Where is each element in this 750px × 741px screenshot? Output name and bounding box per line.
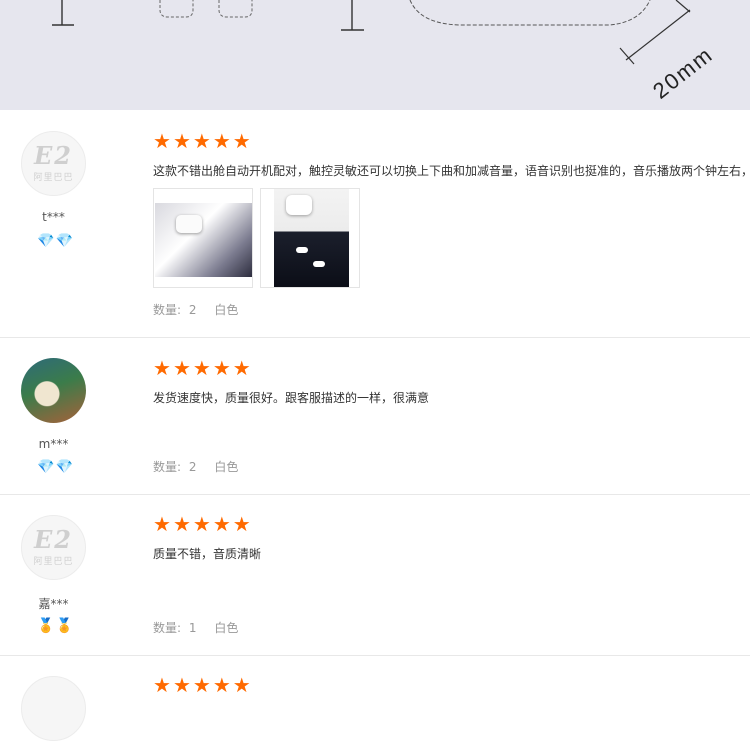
buyer-level-badges: 🏅 🏅	[37, 618, 73, 634]
quantity-label: 数量:	[153, 460, 182, 474]
color-value: 白色	[214, 621, 239, 635]
review-image-thumbnail[interactable]	[260, 188, 360, 288]
star-icon: ★	[153, 673, 171, 697]
star-icon: ★	[153, 356, 171, 380]
quantity-value: 2	[188, 460, 197, 474]
quantity-value: 1	[188, 621, 197, 635]
star-icon: ★	[192, 129, 211, 153]
rating-stars: ★ ★ ★ ★ ★	[153, 131, 251, 151]
review-item: E2 阿里巴巴 t*** 💎 💎 ★ ★ ★ ★ ★ 这款不错出舱自动开机配对，…	[0, 110, 750, 338]
quantity-value: 2	[188, 303, 197, 317]
earbuds-dark-photo	[296, 247, 308, 253]
avatar[interactable]: E2 阿里巴巴	[21, 131, 86, 196]
buyer-level-badges: 💎 💎	[37, 459, 73, 475]
diamond-icon: 💎	[37, 233, 55, 249]
earbuds-dark-photo	[286, 195, 312, 215]
earbud-case-photo	[176, 215, 202, 233]
crown-icon: 🏅	[55, 618, 73, 634]
alibaba-logo-icon: 阿里巴巴	[33, 556, 74, 567]
rating-stars: ★ ★ ★ ★ ★	[153, 358, 251, 378]
star-icon: ★	[192, 356, 211, 380]
star-icon: ★	[153, 129, 171, 153]
crown-icon: 🏅	[37, 618, 55, 634]
review-text: 这款不错出舱自动开机配对，触控灵敏还可以切换上下曲和加减音量，语音识别也挺准的，…	[153, 164, 750, 178]
user-name: t***	[42, 210, 65, 224]
alibaba-logo-icon: E2	[34, 140, 73, 170]
star-icon: ★	[232, 512, 251, 536]
earbuds-dark-photo	[313, 261, 325, 267]
star-icon: ★	[212, 512, 231, 536]
star-icon: ★	[232, 673, 251, 697]
star-icon: ★	[172, 673, 191, 697]
rating-stars: ★ ★ ★ ★ ★	[153, 514, 251, 534]
star-icon: ★	[212, 129, 231, 153]
star-icon: ★	[172, 129, 191, 153]
star-icon: ★	[232, 129, 251, 153]
avatar[interactable]	[21, 676, 86, 741]
diamond-icon: 💎	[55, 459, 73, 475]
order-meta: 数量: 2 白色	[153, 458, 238, 475]
alibaba-logo-icon: E2	[34, 524, 73, 554]
user-name: 嘉***	[38, 597, 69, 611]
rating-stars: ★ ★ ★ ★ ★	[153, 675, 251, 695]
diamond-icon: 💎	[55, 233, 73, 249]
quantity-label: 数量:	[153, 621, 182, 635]
star-icon: ★	[212, 356, 231, 380]
earbud-case-photo	[155, 203, 252, 277]
review-text: 质量不错，音质清晰	[153, 547, 262, 561]
avatar[interactable]: E2 阿里巴巴	[21, 515, 86, 580]
star-icon: ★	[192, 673, 211, 697]
review-text: 发货速度快，质量很好。跟客服描述的一样，很满意	[153, 391, 430, 405]
buyer-level-badges: 💎 💎	[37, 233, 73, 249]
star-icon: ★	[172, 512, 191, 536]
review-item: ★ ★ ★ ★ ★	[0, 656, 750, 741]
review-images	[153, 188, 360, 288]
order-meta: 数量: 1 白色	[153, 619, 238, 636]
user-name: m***	[38, 437, 69, 451]
color-value: 白色	[214, 460, 239, 474]
star-icon: ★	[153, 512, 171, 536]
order-meta: 数量: 2 白色	[153, 301, 238, 318]
review-item: E2 阿里巴巴 嘉*** 🏅 🏅 ★ ★ ★ ★ ★ 质量不错，音质清晰 数量:…	[0, 495, 750, 656]
product-dimension-banner: 20mm	[0, 0, 750, 110]
alibaba-logo-icon: 阿里巴巴	[33, 172, 74, 183]
quantity-label: 数量:	[153, 303, 182, 317]
star-icon: ★	[172, 356, 191, 380]
star-icon: ★	[212, 673, 231, 697]
review-item: m*** 💎 💎 ★ ★ ★ ★ ★ 发货速度快，质量很好。跟客服描述的一样，很…	[0, 338, 750, 495]
star-icon: ★	[192, 512, 211, 536]
avatar[interactable]	[21, 358, 86, 423]
color-value: 白色	[214, 303, 239, 317]
diamond-icon: 💎	[37, 459, 55, 475]
star-icon: ★	[232, 356, 251, 380]
review-image-thumbnail[interactable]	[153, 188, 253, 288]
dimension-drawing	[52, 0, 691, 65]
